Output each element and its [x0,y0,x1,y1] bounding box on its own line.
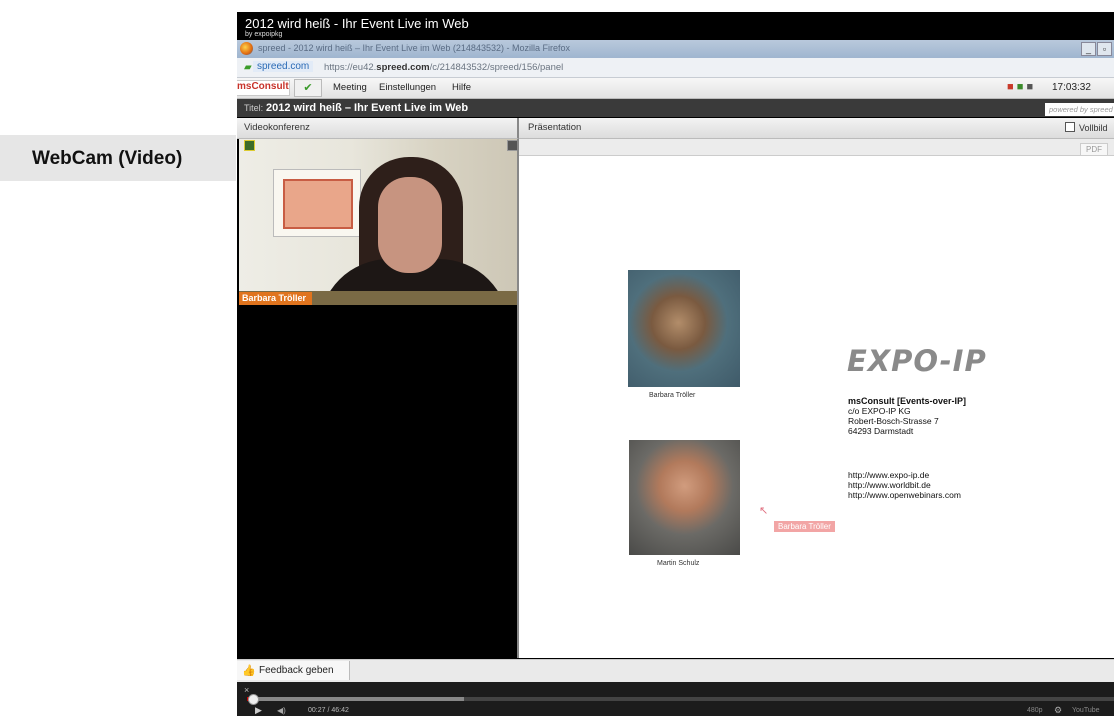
menu-hilfe[interactable]: Hilfe [452,82,471,93]
firefox-icon [240,42,253,55]
person-face [378,177,442,273]
playback-time: 00:27 / 46:42 [308,707,349,714]
info-icon[interactable]: ■ [1026,81,1033,93]
company-name: msConsult [Events-over-IP] [848,396,967,406]
video-frame[interactable]: 2012 wird heiß - Ihr Event Live im Web b… [237,12,1114,716]
presentation-title: Präsentation [528,122,582,133]
pdf-button[interactable]: PDF [1080,143,1108,156]
url-text[interactable]: https://eu42.spreed.com/c/214843532/spre… [324,62,563,73]
pointer-icon: ↖ [759,505,769,517]
webcam-toggle-icon[interactable] [244,140,255,151]
link-text: http://www.worldbit.de [848,480,931,490]
videoconference-header: Videokonferenz [237,118,519,139]
fullscreen-label: Vollbild [1079,123,1108,133]
progress-scrubber[interactable] [248,694,259,705]
volume-icon[interactable]: ◀) [277,706,286,715]
gear-icon[interactable]: ⚙ [1054,705,1062,716]
window-controls: _ ▫ [1080,42,1112,56]
background-painting [273,169,361,237]
webcam-video[interactable] [239,139,517,305]
title-label: Titel: [244,103,264,113]
company-address: msConsult [Events-over-IP] c/o EXPO-IP K… [848,396,966,436]
fullscreen-checkbox[interactable] [1065,122,1075,132]
menu-einstellungen[interactable]: Einstellungen [379,82,436,93]
thumbs-up-icon[interactable]: 👍 [242,664,256,677]
chat-icon[interactable]: ■ [1017,81,1024,93]
speaker-photo-martin [629,440,740,555]
progress-buffered [247,697,464,701]
presentation-slide: Barbara Tröller Martin Schulz EXPO-IP ms… [519,156,1114,658]
videoconference-panel: Barbara Tröller [237,139,519,658]
toolbar-status-icons[interactable]: ■ ■ ■ [1007,81,1033,93]
expo-ip-logo: EXPO-IP [847,344,987,378]
company-links: http://www.expo-ip.de http://www.worldbi… [848,470,961,500]
browser-titlebar: spreed - 2012 wird heiß – Ihr Event Live… [237,40,1114,58]
link-text: http://www.expo-ip.de [848,470,930,480]
painting-canvas [283,179,353,229]
address-line: c/o EXPO-IP KG [848,406,911,416]
speaker-photo-barbara [628,270,740,387]
record-icon[interactable]: ■ [1007,81,1014,93]
address-line: Robert-Bosch-Strasse 7 [848,416,939,426]
presentation-header [519,118,1114,139]
quality-setting[interactable]: 480p [1027,707,1043,714]
video-channel[interactable]: by expoipkg [245,31,282,38]
play-icon[interactable]: ▶ [255,705,262,716]
address-bar[interactable]: ▰ spreed.com https://eu42.spreed.com/c/2… [237,58,1114,78]
fullscreen-toggle[interactable]: Vollbild [1065,122,1108,133]
feedback-bar [237,659,1114,682]
youtube-logo[interactable]: YouTube [1072,707,1100,714]
video-title[interactable]: 2012 wird heiß - Ihr Event Live im Web [245,16,469,31]
phone-icon[interactable]: ✔ [294,79,322,97]
link-text: http://www.openwebinars.com [848,490,961,500]
pointer-label: Barbara Tröller [774,521,835,532]
photo-caption: Barbara Tröller [649,392,696,399]
photo-caption: Martin Schulz [657,560,700,567]
participant-name: Barbara Tröller [239,292,313,305]
videoconference-title: Videokonferenz [244,122,310,133]
meeting-title: 2012 wird heiß – Ihr Event Live im Web [266,102,469,114]
address-line: 64293 Darmstadt [848,426,914,436]
maximize-icon[interactable]: ▫ [1097,42,1112,56]
site-identity-badge[interactable]: spreed.com [253,61,314,72]
powered-by-badge: powered by spreed [1045,103,1114,116]
clock: 17:03:32 [1052,82,1091,93]
app-menubar: msConsult ✔ Meeting Einstellungen Hilfe … [237,78,1114,99]
minimize-icon[interactable]: _ [1081,42,1096,56]
meeting-titlebar: Titel: 2012 wird heiß – Ihr Event Live i… [237,99,1114,117]
menu-meeting[interactable]: Meeting [333,82,367,93]
close-icon[interactable]: × [244,685,249,695]
presentation-toolbar [519,139,1114,156]
site-favicon-icon: ▰ [244,62,252,73]
feedback-label[interactable]: Feedback geben [259,665,334,676]
annotation-label: WebCam (Video) [32,148,183,169]
webcam-expand-icon[interactable] [507,140,517,151]
brand-logo: msConsult [237,81,289,92]
browser-window-title: spreed - 2012 wird heiß – Ihr Event Live… [258,43,570,53]
